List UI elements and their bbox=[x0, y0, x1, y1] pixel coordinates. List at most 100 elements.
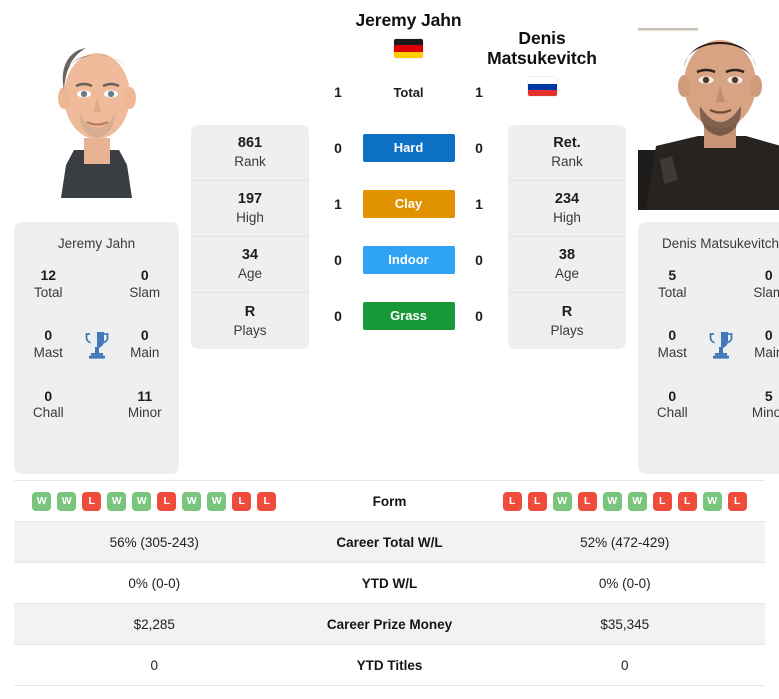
right-player-name-line2: Matsukevitch bbox=[487, 48, 597, 69]
right-age-value: 38 bbox=[558, 247, 576, 264]
right-player-photo bbox=[638, 10, 779, 210]
left-titles-grid: 12 Total 0 Slam 0 Mast 0 Main 0 Chall 11… bbox=[22, 267, 171, 422]
table-row-career-prize: $2,285 Career Prize Money $35,345 bbox=[14, 604, 765, 645]
right-h2h-indoor: 0 bbox=[475, 252, 483, 269]
right-form-badge[interactable]: L bbox=[527, 491, 547, 511]
right-player-name-block: Denis Matsukevitch bbox=[456, 28, 628, 97]
surface-badge-grass[interactable]: Grass bbox=[362, 302, 455, 331]
left-titles-total: 12 Total bbox=[22, 267, 75, 301]
right-titles-mast: 0 Mast bbox=[646, 327, 699, 361]
right-form-badge[interactable]: W bbox=[702, 491, 722, 511]
left-form-badge[interactable]: L bbox=[82, 491, 102, 511]
right-ytd-wl: 0% (0-0) bbox=[598, 575, 651, 591]
table-row-ytd-wl: 0% (0-0) YTD W/L 0% (0-0) bbox=[14, 563, 765, 604]
left-titles-chall-label: Chall bbox=[32, 405, 64, 421]
left-titles-chall-value: 0 bbox=[44, 387, 53, 404]
right-form-badge[interactable]: W bbox=[602, 491, 622, 511]
right-titles-main-value: 0 bbox=[764, 327, 773, 344]
right-titles-total: 5 Total bbox=[646, 267, 699, 301]
right-h2h-grass: 0 bbox=[475, 308, 483, 325]
left-form-badge[interactable]: L bbox=[257, 491, 277, 511]
left-form-badge[interactable]: W bbox=[207, 491, 227, 511]
left-career-wl: 56% (305-243) bbox=[109, 534, 199, 550]
right-titles-slam: 0 Slam bbox=[743, 267, 779, 301]
right-h2h-clay: 1 bbox=[475, 196, 483, 213]
left-h2h-grass: 0 bbox=[334, 308, 342, 325]
left-titles-mast-value: 0 bbox=[44, 327, 53, 344]
left-titles-minor: 11 Minor bbox=[119, 388, 172, 422]
left-titles-slam: 0 Slam bbox=[119, 267, 172, 301]
left-high-value: 197 bbox=[237, 191, 263, 208]
right-titles-minor-value: 5 bbox=[764, 387, 773, 404]
trophy-icon bbox=[709, 331, 732, 359]
right-titles-minor-label: Minor bbox=[751, 405, 779, 421]
ytd-titles-label: YTD Titles bbox=[356, 657, 423, 673]
left-form-badge[interactable]: L bbox=[232, 491, 252, 511]
right-high-value: 234 bbox=[554, 191, 580, 208]
left-form-strip: WWLWWLWWLL bbox=[14, 491, 295, 511]
left-headshot-icon bbox=[14, 10, 179, 210]
trophy-icon bbox=[85, 331, 108, 359]
h2h-rows: 1 Total 1 0 Hard 0 1 Clay 1 0 Indoor 0 0 Grass 0 bbox=[321, 64, 496, 344]
right-form-badge[interactable]: W bbox=[552, 491, 572, 511]
h2h-row-grass: 0 Grass 0 bbox=[321, 288, 496, 344]
left-high-label: High bbox=[236, 210, 264, 226]
right-titles-main-label: Main bbox=[754, 344, 779, 360]
surface-badge-clay[interactable]: Clay bbox=[362, 190, 455, 219]
right-titles-total-value: 5 bbox=[668, 267, 677, 283]
right-titles-mast-label: Mast bbox=[657, 344, 687, 360]
h2h-row-indoor: 0 Indoor 0 bbox=[321, 232, 496, 288]
left-form-badge[interactable]: W bbox=[32, 491, 52, 511]
flag-germany-icon bbox=[394, 39, 423, 59]
left-rank-cell: 861 Rank bbox=[191, 125, 309, 181]
left-form-badge[interactable]: L bbox=[157, 491, 177, 511]
left-form-badge[interactable]: W bbox=[57, 491, 77, 511]
right-titles-player-name: Denis Matsukevitch bbox=[661, 236, 779, 251]
left-form-badge[interactable]: W bbox=[132, 491, 152, 511]
left-titles-card: Jeremy Jahn 12 Total 0 Slam 0 Mast 0 Mai… bbox=[14, 222, 179, 474]
right-plays-label: Plays bbox=[550, 322, 584, 338]
right-headshot-icon bbox=[638, 10, 779, 210]
right-titles-slam-label: Slam bbox=[753, 284, 779, 300]
right-form-badge[interactable]: W bbox=[627, 491, 647, 511]
left-h2h-hard: 0 bbox=[334, 140, 342, 157]
right-form-badge[interactable]: L bbox=[577, 491, 597, 511]
left-titles-player-name: Jeremy Jahn bbox=[57, 236, 136, 251]
left-career-prize: $2,285 bbox=[133, 616, 175, 632]
right-form-badge[interactable]: L bbox=[652, 491, 672, 511]
right-titles-chall-label: Chall bbox=[656, 405, 688, 421]
left-rank-label: Rank bbox=[234, 154, 266, 170]
right-form-cell: LLWLWWLLWL bbox=[485, 491, 766, 511]
left-ytd-titles: 0 bbox=[150, 657, 158, 673]
left-stats-column: 861 Rank 197 High 34 Age R Plays bbox=[191, 10, 309, 474]
right-career-prize: $35,345 bbox=[600, 616, 650, 632]
right-player-name-line1: Denis bbox=[518, 28, 566, 48]
table-row-career-wl: 56% (305-243) Career Total W/L 52% (472-… bbox=[14, 522, 765, 563]
right-titles-total-label: Total bbox=[657, 284, 687, 300]
table-row-ytd-titles: 0 YTD Titles 0 bbox=[14, 645, 765, 686]
left-form-badge[interactable]: W bbox=[107, 491, 127, 511]
right-age-label: Age bbox=[554, 266, 580, 282]
left-plays-cell: R Plays bbox=[191, 293, 309, 349]
surface-badge-hard[interactable]: Hard bbox=[362, 134, 455, 163]
surface-badge-indoor[interactable]: Indoor bbox=[362, 246, 455, 275]
left-plays-value: R bbox=[244, 303, 256, 320]
left-age-cell: 34 Age bbox=[191, 237, 309, 293]
left-form-cell: WWLWWLWWLL bbox=[14, 491, 295, 511]
left-player-photo bbox=[14, 10, 179, 210]
right-form-badge[interactable]: L bbox=[727, 491, 747, 511]
comparison-header: Jeremy Jahn 12 Total 0 Slam 0 Mast 0 Mai… bbox=[0, 0, 779, 474]
right-trophy-cell bbox=[699, 330, 743, 360]
left-titles-main-value: 0 bbox=[140, 327, 149, 344]
right-h2h-hard: 0 bbox=[475, 140, 483, 157]
player-comparison-page: Jeremy Jahn 12 Total 0 Slam 0 Mast 0 Mai… bbox=[0, 0, 779, 699]
left-form-badge[interactable]: W bbox=[182, 491, 202, 511]
right-form-badge[interactable]: L bbox=[502, 491, 522, 511]
right-titles-chall: 0 Chall bbox=[646, 388, 699, 422]
right-high-cell: 234 High bbox=[508, 181, 626, 237]
right-form-badge[interactable]: L bbox=[677, 491, 697, 511]
h2h-label-total: Total bbox=[393, 84, 424, 100]
right-titles-card: Denis Matsukevitch 5 Total 0 Slam 0 Mast bbox=[638, 222, 779, 474]
right-age-cell: 38 Age bbox=[508, 237, 626, 293]
left-titles-slam-value: 0 bbox=[140, 267, 149, 283]
